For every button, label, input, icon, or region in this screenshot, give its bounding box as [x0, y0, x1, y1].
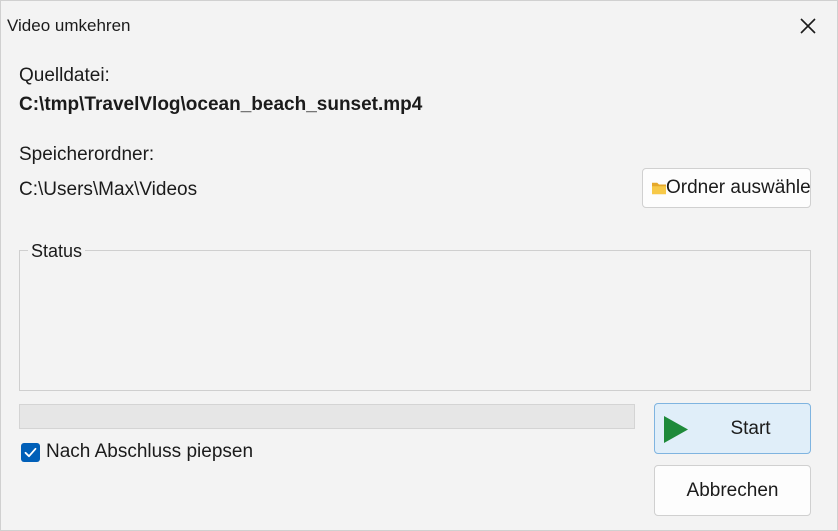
close-button[interactable] — [793, 11, 823, 41]
beep-checkbox-label: Nach Abschluss piepsen — [46, 441, 254, 462]
start-button-label: Start — [730, 417, 771, 439]
source-file-path: C:\tmp\TravelVlog\ocean_beach_sunset.mp4 — [19, 94, 423, 115]
status-groupbox: Status — [19, 241, 811, 391]
title-bar: Video umkehren — [1, 1, 837, 51]
choose-folder-button-label: Ordner auswähle — [666, 177, 811, 198]
status-legend: Status — [28, 241, 86, 262]
beep-checkbox[interactable]: Nach Abschluss piepsen — [21, 441, 253, 463]
window-title: Video umkehren — [7, 16, 131, 35]
progress-bar — [19, 404, 635, 429]
folder-icon — [652, 182, 666, 195]
output-folder-label: Speicherordner: — [19, 144, 155, 165]
cancel-button-label: Abbrechen — [686, 479, 779, 501]
play-icon — [664, 416, 688, 443]
source-file-label: Quelldatei: — [19, 65, 110, 86]
close-icon — [800, 18, 816, 34]
cancel-button[interactable]: Abbrechen — [654, 465, 811, 516]
checkbox-checked-icon[interactable] — [21, 442, 40, 462]
choose-folder-button[interactable]: Ordner auswähle — [642, 168, 811, 208]
reverse-video-dialog: Video umkehren Quelldatei: C:\tmp\Travel… — [0, 0, 838, 531]
start-button[interactable]: Start — [654, 403, 811, 454]
output-folder-path: C:\Users\Max\Videos — [19, 179, 198, 200]
